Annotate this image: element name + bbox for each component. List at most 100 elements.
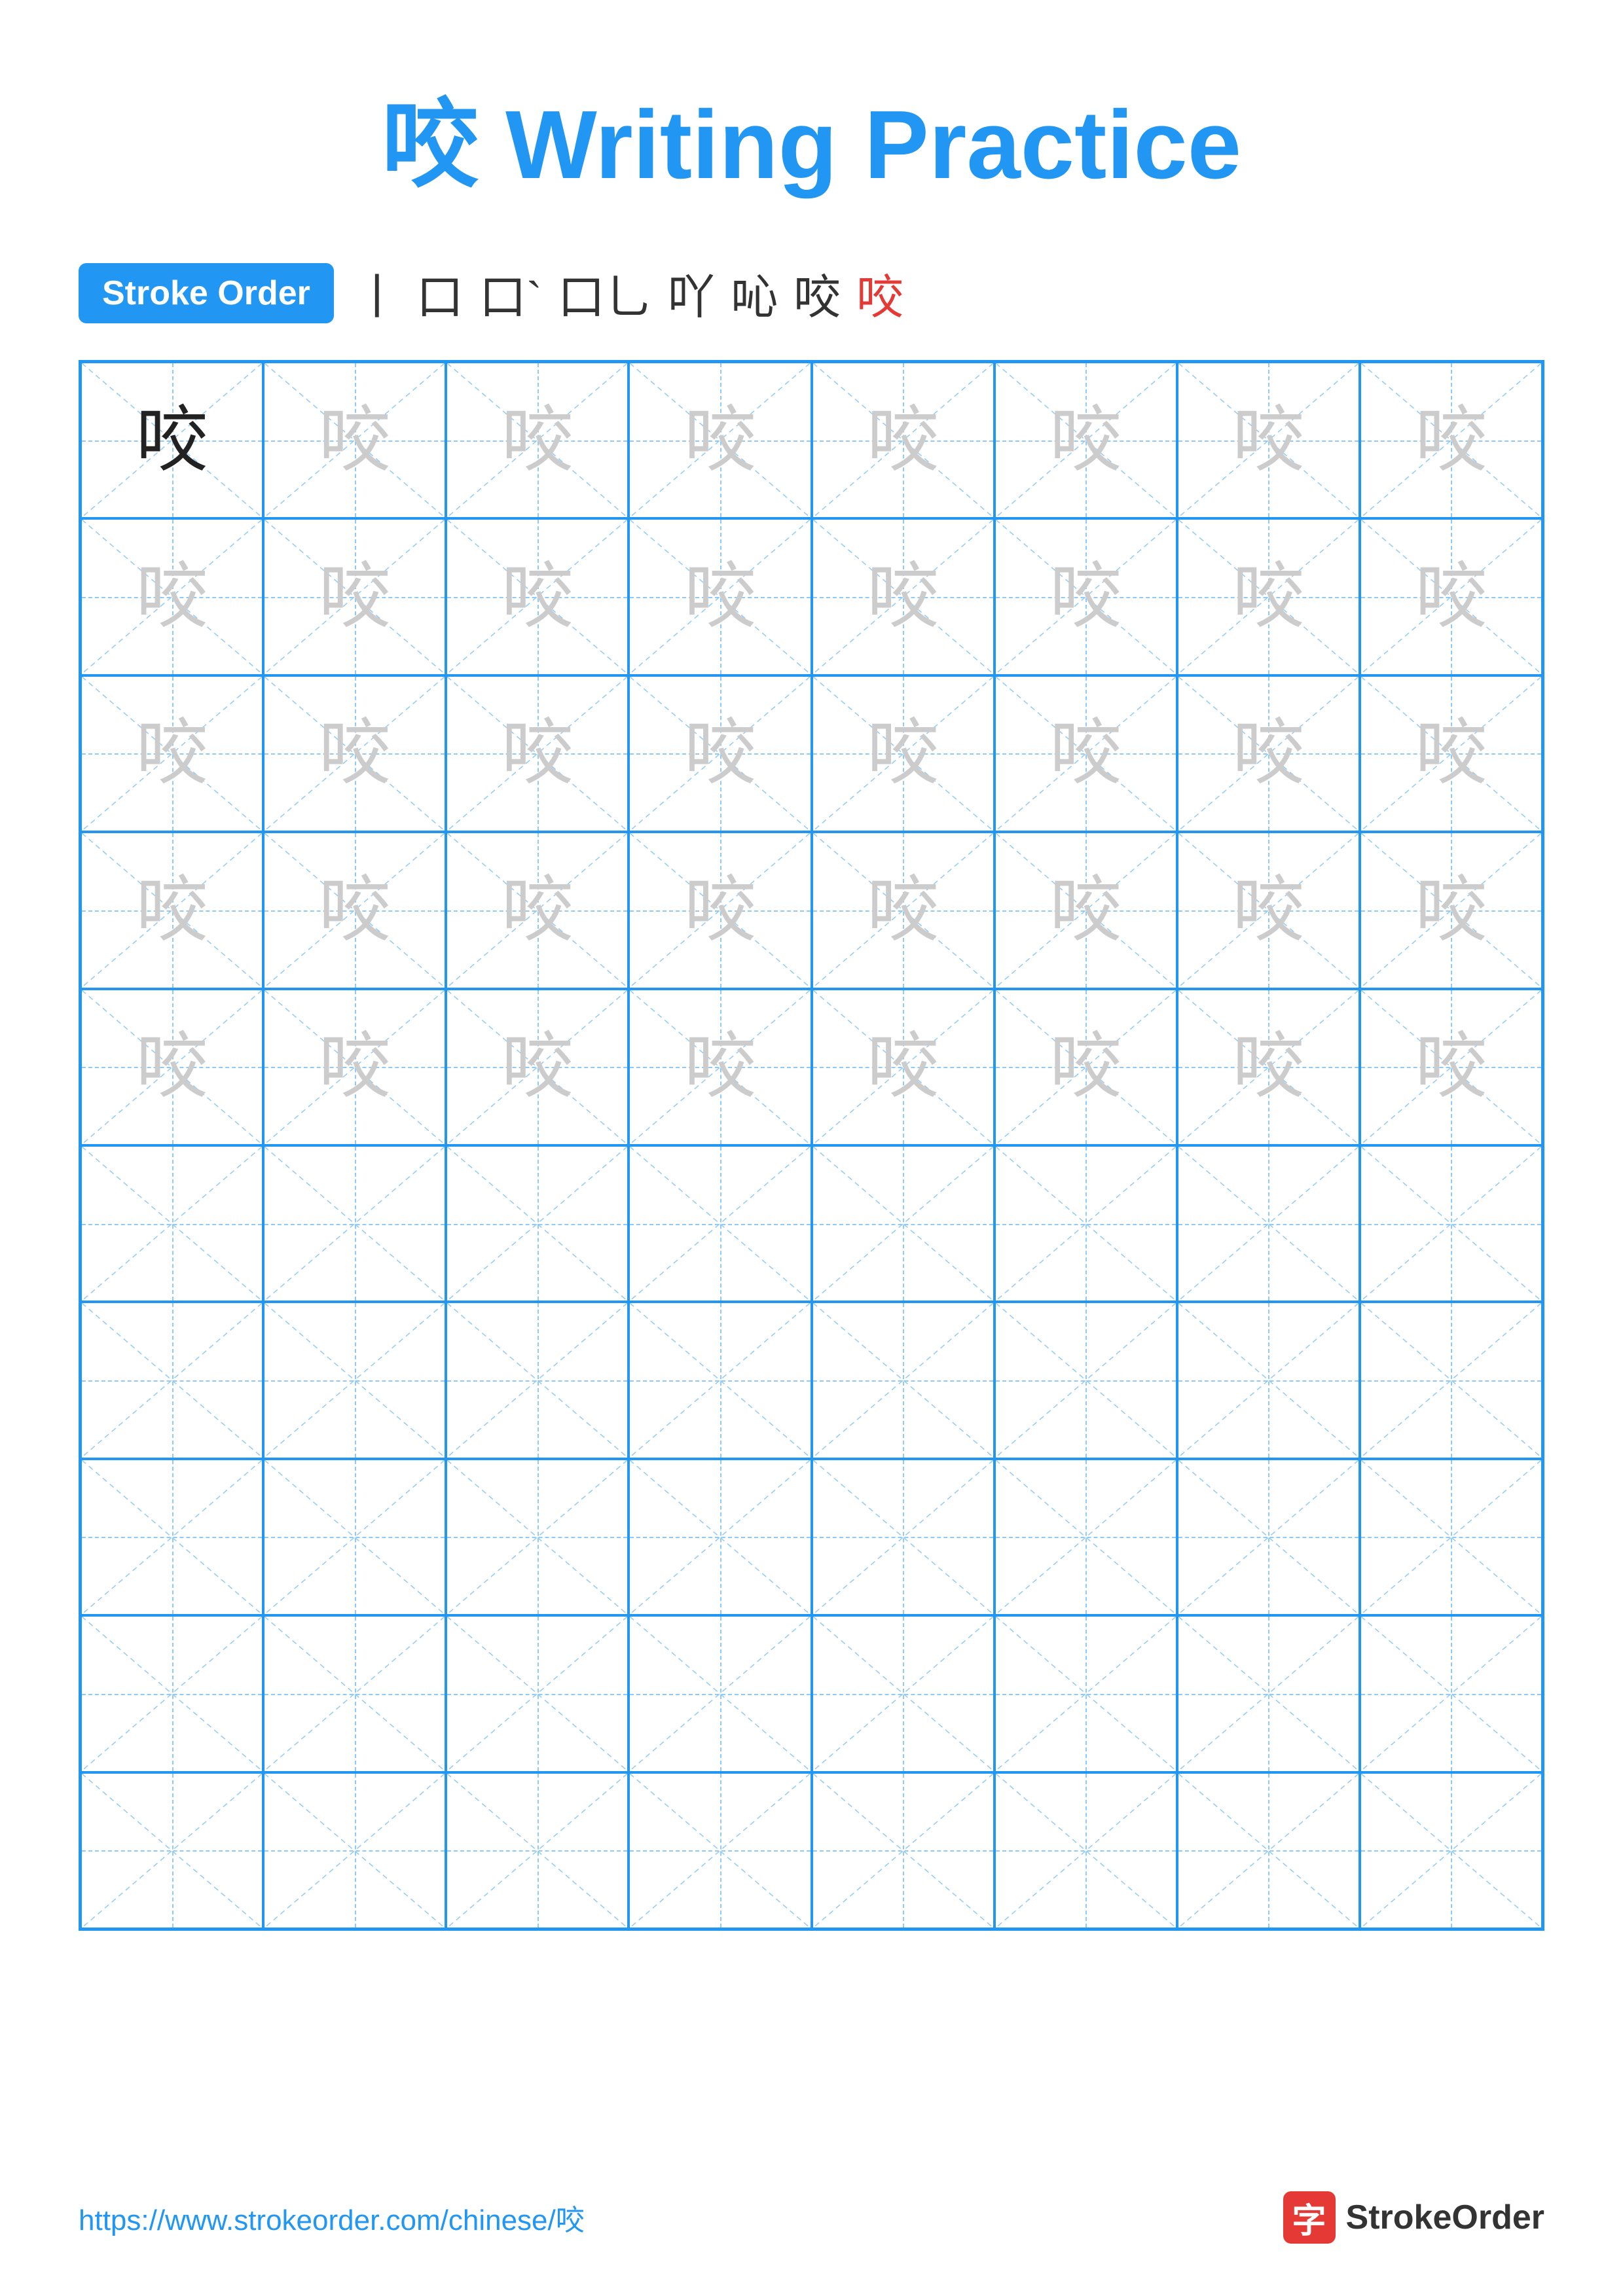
grid-cell-r3c1[interactable]: 咬 <box>81 675 263 832</box>
grid-cell-r7c5[interactable] <box>812 1302 994 1458</box>
grid-cell-r2c2[interactable]: 咬 <box>263 518 446 675</box>
grid-cell-r8c2[interactable] <box>263 1459 446 1615</box>
practice-char-r2c6: 咬 <box>1049 561 1122 633</box>
grid-cell-r4c8[interactable]: 咬 <box>1360 832 1542 988</box>
grid-cell-r3c3[interactable]: 咬 <box>446 675 629 832</box>
grid-cell-r9c8[interactable] <box>1360 1615 1542 1772</box>
practice-char-r1c7: 咬 <box>1232 404 1304 476</box>
grid-cell-r8c6[interactable] <box>994 1459 1177 1615</box>
logo-text: StrokeOrder <box>1346 2198 1544 2237</box>
practice-char-r4c4: 咬 <box>684 874 756 946</box>
grid-cell-r7c1[interactable] <box>81 1302 263 1458</box>
grid-cell-r8c5[interactable] <box>812 1459 994 1615</box>
practice-char-r5c4: 咬 <box>684 1031 756 1103</box>
grid-cell-r3c5[interactable]: 咬 <box>812 675 994 832</box>
grid-cell-r1c4[interactable]: 咬 <box>629 362 811 518</box>
grid-cell-r9c5[interactable] <box>812 1615 994 1772</box>
practice-char-r5c1: 咬 <box>136 1031 208 1103</box>
grid-cell-r10c3[interactable] <box>446 1772 629 1929</box>
grid-cell-r1c7[interactable]: 咬 <box>1177 362 1360 518</box>
grid-cell-r3c6[interactable]: 咬 <box>994 675 1177 832</box>
grid-cell-r5c4[interactable]: 咬 <box>629 989 811 1145</box>
grid-cell-r4c6[interactable]: 咬 <box>994 832 1177 988</box>
grid-cell-r1c8[interactable]: 咬 <box>1360 362 1542 518</box>
grid-cell-r5c3[interactable]: 咬 <box>446 989 629 1145</box>
grid-cell-r8c1[interactable] <box>81 1459 263 1615</box>
grid-cell-r8c4[interactable] <box>629 1459 811 1615</box>
grid-cell-r5c8[interactable]: 咬 <box>1360 989 1542 1145</box>
grid-cell-r5c5[interactable]: 咬 <box>812 989 994 1145</box>
grid-cell-r8c7[interactable] <box>1177 1459 1360 1615</box>
grid-cell-r6c3[interactable] <box>446 1145 629 1302</box>
grid-cell-r1c3[interactable]: 咬 <box>446 362 629 518</box>
footer-url[interactable]: https://www.strokeorder.com/chinese/咬 <box>79 2197 585 2238</box>
grid-cell-r10c7[interactable] <box>1177 1772 1360 1929</box>
grid-cell-r4c5[interactable]: 咬 <box>812 832 994 988</box>
grid-cell-r5c1[interactable]: 咬 <box>81 989 263 1145</box>
stroke-char-8: 咬 <box>856 259 903 327</box>
grid-cell-r7c4[interactable] <box>629 1302 811 1458</box>
grid-cell-r1c5[interactable]: 咬 <box>812 362 994 518</box>
grid-cell-r6c4[interactable] <box>629 1145 811 1302</box>
grid-cell-r7c6[interactable] <box>994 1302 1177 1458</box>
grid-cell-r8c8[interactable] <box>1360 1459 1542 1615</box>
practice-char-r3c5: 咬 <box>867 717 939 789</box>
grid-cell-r6c8[interactable] <box>1360 1145 1542 1302</box>
practice-char-r1c3: 咬 <box>501 404 574 476</box>
grid-cell-r6c5[interactable] <box>812 1145 994 1302</box>
grid-cell-r7c7[interactable] <box>1177 1302 1360 1458</box>
grid-cell-r6c2[interactable] <box>263 1145 446 1302</box>
grid-cell-r4c3[interactable]: 咬 <box>446 832 629 988</box>
grid-cell-r2c8[interactable]: 咬 <box>1360 518 1542 675</box>
grid-cell-r2c6[interactable]: 咬 <box>994 518 1177 675</box>
grid-cell-r9c6[interactable] <box>994 1615 1177 1772</box>
grid-cell-r9c7[interactable] <box>1177 1615 1360 1772</box>
title-char: 咬 <box>382 91 479 199</box>
practice-char-r3c4: 咬 <box>684 717 756 789</box>
grid-cell-r10c6[interactable] <box>994 1772 1177 1929</box>
grid-cell-r5c7[interactable]: 咬 <box>1177 989 1360 1145</box>
grid-cell-r2c5[interactable]: 咬 <box>812 518 994 675</box>
grid-cell-r5c2[interactable]: 咬 <box>263 989 446 1145</box>
grid-cell-r4c7[interactable]: 咬 <box>1177 832 1360 988</box>
grid-cell-r10c2[interactable] <box>263 1772 446 1929</box>
grid-cell-r6c6[interactable] <box>994 1145 1177 1302</box>
grid-cell-r7c8[interactable] <box>1360 1302 1542 1458</box>
grid-cell-r7c3[interactable] <box>446 1302 629 1458</box>
grid-cell-r2c3[interactable]: 咬 <box>446 518 629 675</box>
practice-char-r5c7: 咬 <box>1232 1031 1304 1103</box>
grid-cell-r9c1[interactable] <box>81 1615 263 1772</box>
practice-char-r3c2: 咬 <box>319 717 391 789</box>
grid-cell-r2c4[interactable]: 咬 <box>629 518 811 675</box>
grid-cell-r6c7[interactable] <box>1177 1145 1360 1302</box>
grid-cell-r4c1[interactable]: 咬 <box>81 832 263 988</box>
grid-cell-r10c4[interactable] <box>629 1772 811 1929</box>
grid-cell-r8c3[interactable] <box>446 1459 629 1615</box>
grid-cell-r3c8[interactable]: 咬 <box>1360 675 1542 832</box>
grid-cell-r1c2[interactable]: 咬 <box>263 362 446 518</box>
grid-cell-r9c3[interactable] <box>446 1615 629 1772</box>
grid-cell-r2c1[interactable]: 咬 <box>81 518 263 675</box>
grid-cell-r3c2[interactable]: 咬 <box>263 675 446 832</box>
practice-char-r4c1: 咬 <box>136 874 208 946</box>
grid-cell-r9c4[interactable] <box>629 1615 811 1772</box>
grid-cell-r6c1[interactable] <box>81 1145 263 1302</box>
page-title: 咬 Writing Practice <box>382 91 1241 199</box>
practice-char-r3c6: 咬 <box>1049 717 1122 789</box>
grid-cell-r7c2[interactable] <box>263 1302 446 1458</box>
grid-cell-r1c6[interactable]: 咬 <box>994 362 1177 518</box>
grid-cell-r4c2[interactable]: 咬 <box>263 832 446 988</box>
stroke-char-6: 吣 <box>731 259 778 327</box>
grid-cell-r10c1[interactable] <box>81 1772 263 1929</box>
grid-cell-r3c4[interactable]: 咬 <box>629 675 811 832</box>
grid-cell-r10c8[interactable] <box>1360 1772 1542 1929</box>
practice-char-r1c6: 咬 <box>1049 404 1122 476</box>
grid-cell-r5c6[interactable]: 咬 <box>994 989 1177 1145</box>
grid-cell-r9c2[interactable] <box>263 1615 446 1772</box>
grid-cell-r3c7[interactable]: 咬 <box>1177 675 1360 832</box>
grid-cell-r10c5[interactable] <box>812 1772 994 1929</box>
practice-char-r1c8: 咬 <box>1415 404 1487 476</box>
grid-cell-r1c1[interactable]: 咬 <box>81 362 263 518</box>
grid-cell-r2c7[interactable]: 咬 <box>1177 518 1360 675</box>
grid-cell-r4c4[interactable]: 咬 <box>629 832 811 988</box>
